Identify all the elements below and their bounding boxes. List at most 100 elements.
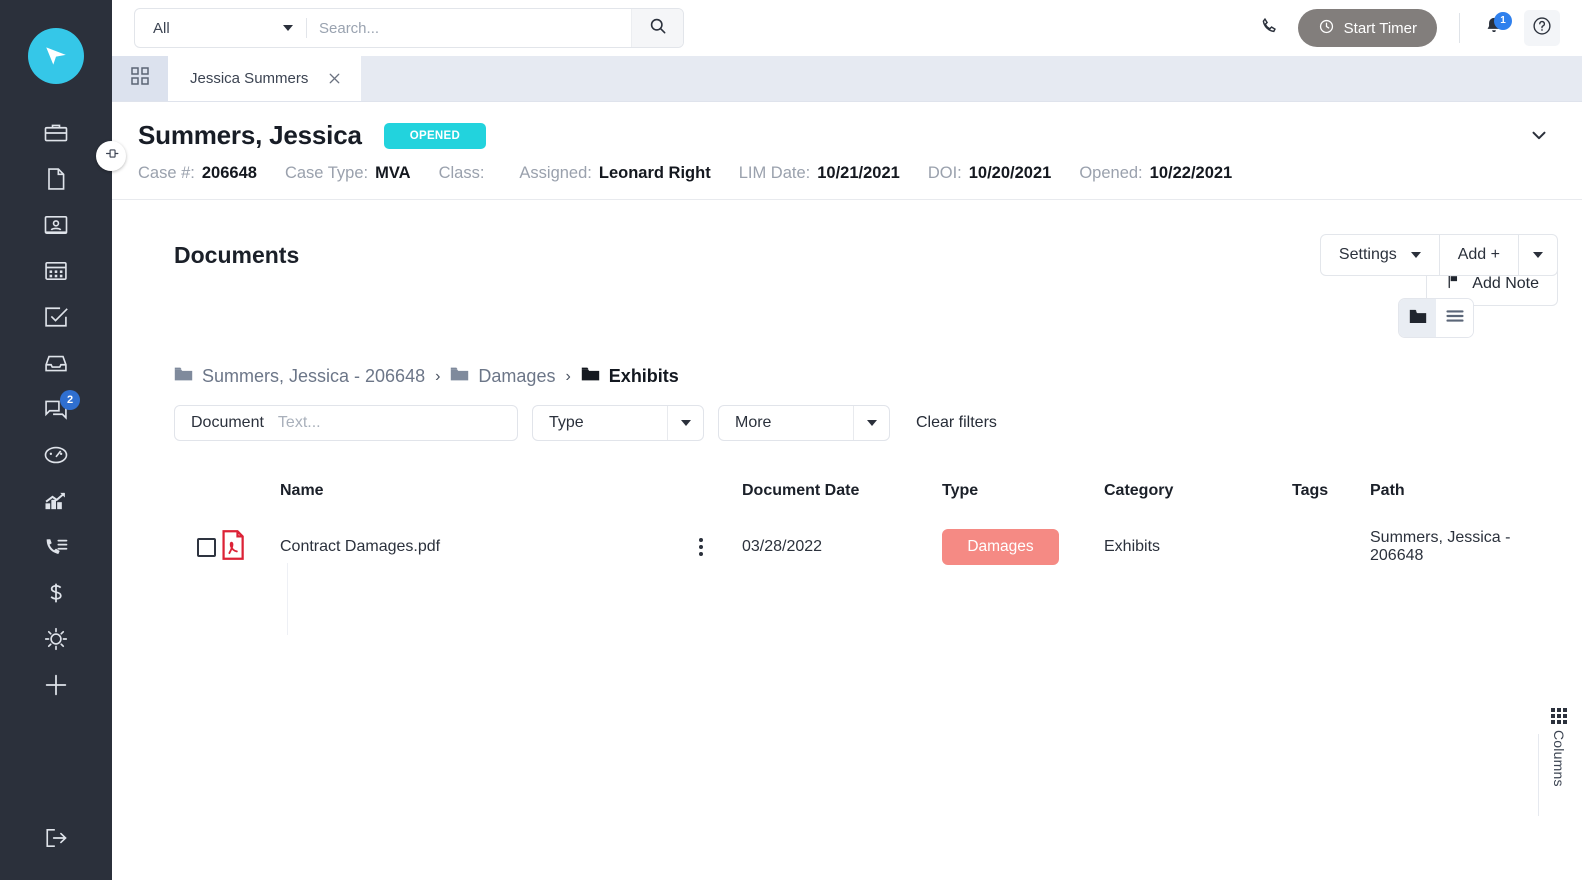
search-button[interactable] bbox=[631, 9, 683, 47]
help-button[interactable] bbox=[1524, 10, 1560, 46]
tab-jessica-summers[interactable]: Jessica Summers bbox=[168, 56, 362, 101]
type-filter[interactable]: Type bbox=[532, 405, 704, 441]
messages-badge: 2 bbox=[60, 390, 80, 410]
search-input[interactable] bbox=[307, 9, 631, 47]
table-row[interactable]: Contract Damages.pdf 03/28/2022 Damages … bbox=[112, 515, 1558, 579]
sidebar-item-add[interactable] bbox=[0, 662, 112, 708]
column-header-name[interactable]: Name bbox=[280, 482, 660, 500]
type-filter-label: Type bbox=[549, 414, 584, 431]
row-category: Exhibits bbox=[1104, 538, 1161, 555]
close-icon[interactable] bbox=[326, 70, 343, 87]
question-mark-icon bbox=[1531, 15, 1553, 42]
sidebar-item-contacts[interactable] bbox=[0, 202, 112, 248]
sidebar-item-logout[interactable] bbox=[0, 815, 112, 861]
view-list-button[interactable] bbox=[1436, 299, 1473, 337]
column-header-tags[interactable]: Tags bbox=[1292, 482, 1370, 500]
toolbar-divider bbox=[1459, 13, 1460, 43]
sidebar-item-reports[interactable] bbox=[0, 478, 112, 524]
breadcrumb-label: Damages bbox=[478, 366, 556, 386]
calendar-icon bbox=[42, 257, 70, 285]
column-header-path[interactable]: Path bbox=[1370, 482, 1558, 500]
search-scope-value: All bbox=[153, 19, 170, 37]
kebab-menu-icon[interactable] bbox=[660, 538, 742, 556]
meta-value: MVA bbox=[375, 164, 411, 182]
settings-button[interactable]: Settings bbox=[1321, 235, 1439, 275]
settings-gear-icon bbox=[42, 625, 70, 653]
clear-filters-button[interactable]: Clear filters bbox=[904, 414, 997, 432]
start-timer-button[interactable]: Start Timer bbox=[1297, 9, 1437, 47]
add-dropdown-button[interactable] bbox=[1518, 235, 1557, 275]
phone-button[interactable] bbox=[1248, 6, 1292, 50]
row-checkbox[interactable] bbox=[197, 537, 216, 557]
reports-chart-icon bbox=[42, 487, 70, 515]
pdf-file-icon bbox=[220, 529, 246, 564]
folder-icon bbox=[174, 366, 193, 387]
view-folder-button[interactable] bbox=[1399, 299, 1436, 337]
sidebar-item-documents[interactable] bbox=[0, 156, 112, 202]
pin-icon bbox=[103, 145, 120, 167]
briefcase-icon bbox=[42, 119, 70, 147]
column-header-type[interactable]: Type bbox=[942, 482, 1104, 500]
column-header-category[interactable]: Category bbox=[1104, 482, 1292, 500]
sidebar-item-cases[interactable] bbox=[0, 110, 112, 156]
notifications-button[interactable]: 1 bbox=[1472, 6, 1516, 50]
folder-icon bbox=[1408, 307, 1428, 330]
sidebar-item-call-list[interactable] bbox=[0, 524, 112, 570]
columns-panel-toggle[interactable]: Columns bbox=[1536, 708, 1582, 816]
meta-label: Class: bbox=[438, 164, 485, 182]
sidebar-item-billing[interactable] bbox=[0, 570, 112, 616]
sidebar-item-settings[interactable] bbox=[0, 616, 112, 662]
search-scope-select[interactable]: All bbox=[135, 9, 307, 47]
case-meta-assigned: Assigned: Leonard Right bbox=[519, 164, 710, 183]
page-title: Documents bbox=[174, 241, 300, 268]
sidebar-item-messages[interactable]: 2 bbox=[0, 386, 112, 432]
row-name[interactable]: Contract Damages.pdf bbox=[280, 538, 660, 556]
search-icon bbox=[648, 16, 668, 41]
top-bar-actions: Start Timer 1 bbox=[1248, 0, 1560, 56]
meta-label: Case #: bbox=[138, 164, 195, 182]
chevron-down-icon bbox=[1533, 252, 1543, 258]
app-logo[interactable] bbox=[28, 28, 84, 84]
meta-value: 10/21/2021 bbox=[817, 164, 900, 182]
case-meta-row: Case #: 206648 Case Type: MVA Class: Ass… bbox=[138, 164, 1558, 183]
sidebar-pin-toggle[interactable] bbox=[96, 141, 126, 171]
column-header-document-date[interactable]: Document Date bbox=[742, 482, 942, 500]
chevron-down-icon bbox=[1410, 252, 1421, 258]
sidebar-item-calendar[interactable] bbox=[0, 248, 112, 294]
folder-icon bbox=[581, 366, 600, 387]
apps-grid-button[interactable] bbox=[112, 56, 168, 101]
breadcrumb-separator: › bbox=[565, 367, 571, 385]
columns-panel-rule bbox=[1538, 734, 1539, 816]
table-left-rule bbox=[287, 563, 288, 635]
sidebar-item-inbox[interactable] bbox=[0, 340, 112, 386]
meta-value: 10/20/2021 bbox=[968, 164, 1052, 182]
chevron-down-icon bbox=[853, 406, 889, 440]
logout-icon bbox=[42, 824, 70, 852]
case-meta-lim-date: LIM Date: 10/21/2021 bbox=[739, 164, 900, 183]
sidebar-item-tasks[interactable] bbox=[0, 294, 112, 340]
document-filter-input[interactable] bbox=[277, 414, 517, 432]
app-root: 2 All Search... Start Timer 1 Jessica Su… bbox=[0, 0, 1582, 880]
breadcrumb-item-case[interactable]: Summers, Jessica - 206648 bbox=[174, 366, 425, 387]
meta-label: Opened: bbox=[1079, 164, 1143, 182]
document-icon bbox=[42, 165, 70, 193]
breadcrumb-item-damages[interactable]: Damages bbox=[450, 366, 555, 387]
breadcrumb-item-exhibits[interactable]: Exhibits bbox=[581, 366, 679, 387]
notifications-badge: 1 bbox=[1494, 12, 1512, 30]
case-header-collapse-toggle[interactable] bbox=[1528, 124, 1550, 151]
list-icon bbox=[1445, 308, 1465, 329]
table-header-row: Name Document Date Type Category Tags Pa… bbox=[112, 467, 1558, 515]
sidebar-item-dashboard[interactable] bbox=[0, 432, 112, 478]
case-meta-opened: Opened: 10/22/2021 bbox=[1079, 164, 1232, 183]
row-path: Summers, Jessica - 206648 bbox=[1370, 529, 1511, 564]
add-button[interactable]: Add + bbox=[1438, 235, 1518, 275]
row-type-cell: Damages bbox=[942, 529, 1104, 565]
grid-dots-icon bbox=[1551, 708, 1567, 724]
folder-icon bbox=[450, 366, 469, 387]
chevron-down-icon bbox=[1528, 131, 1550, 150]
more-filter[interactable]: More bbox=[718, 405, 890, 441]
chevron-down-icon bbox=[667, 406, 703, 440]
columns-panel-label: Columns bbox=[1551, 730, 1567, 787]
row-select-cell bbox=[112, 537, 220, 557]
status-badge: OPENED bbox=[383, 122, 487, 149]
